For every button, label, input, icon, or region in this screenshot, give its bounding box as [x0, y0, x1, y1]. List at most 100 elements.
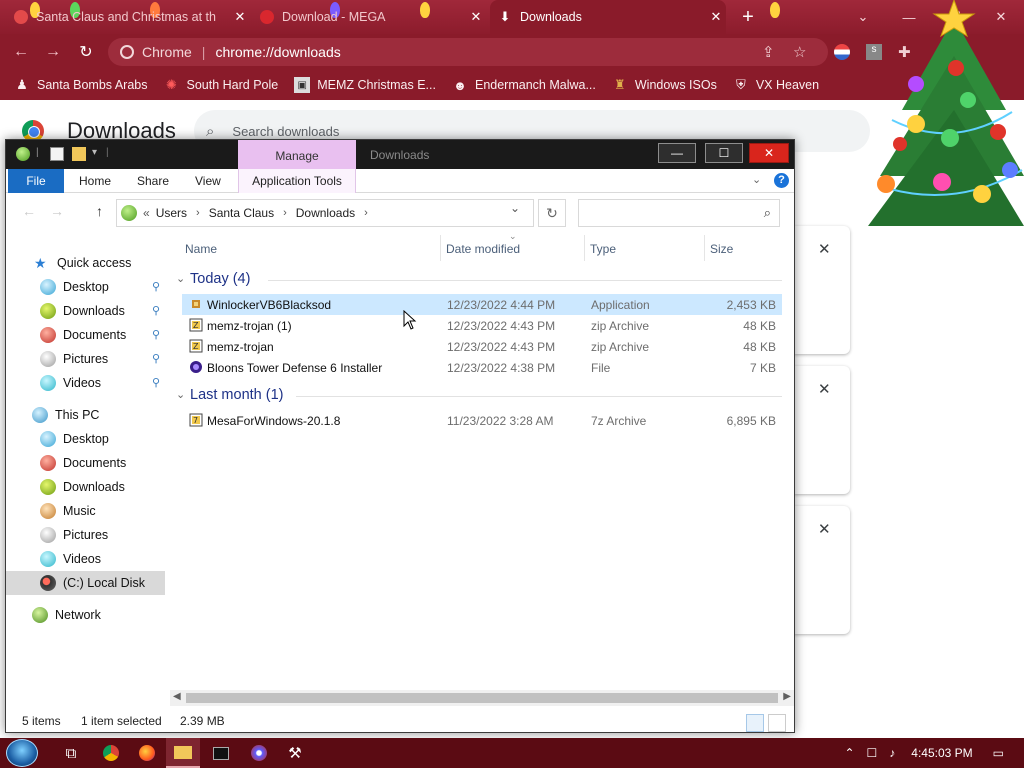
- group-header-today[interactable]: ⌄ Today (4): [174, 269, 786, 291]
- explorer-icon[interactable]: [166, 738, 200, 768]
- nav-pc-videos[interactable]: Videos: [6, 547, 165, 571]
- nav-pc-downloads[interactable]: Downloads: [6, 475, 165, 499]
- nav-pc-local-disk[interactable]: (C:) Local Disk: [6, 571, 165, 595]
- pin-icon[interactable]: ⚲: [152, 304, 164, 317]
- horizontal-scrollbar[interactable]: ◀ ▶: [170, 690, 794, 706]
- tab-downloads[interactable]: ⬇ Downloads ✕: [490, 0, 726, 34]
- help-button[interactable]: ?: [774, 173, 789, 188]
- refresh-button[interactable]: ↻: [538, 199, 566, 227]
- network-icon[interactable]: ☐: [867, 746, 878, 760]
- volume-icon[interactable]: ♪: [889, 746, 895, 760]
- large-icons-view-button[interactable]: [768, 714, 786, 732]
- tab-view[interactable]: View: [195, 169, 221, 193]
- cmd-icon[interactable]: [204, 738, 238, 768]
- search-input[interactable]: ⌕: [578, 199, 780, 227]
- column-divider[interactable]: [440, 235, 441, 261]
- file-row[interactable]: WinlockerVB6Blacksod 12/23/2022 4:44 PM …: [182, 294, 782, 315]
- firefox-icon[interactable]: [130, 738, 164, 768]
- hypercam-icon[interactable]: [242, 738, 276, 768]
- scrollbar-thumb[interactable]: [186, 693, 778, 703]
- bookmark-windows-isos[interactable]: ♜ Windows ISOs: [612, 77, 717, 93]
- network-tool-icon[interactable]: ⚒: [278, 738, 312, 768]
- expand-ribbon-icon[interactable]: ⌄: [752, 173, 761, 186]
- breadcrumb-overflow[interactable]: «: [143, 206, 150, 220]
- tab-file[interactable]: File: [8, 169, 64, 193]
- column-divider[interactable]: [704, 235, 705, 261]
- reload-button[interactable]: ↻: [74, 40, 98, 64]
- nav-this-pc[interactable]: This PC: [6, 403, 165, 427]
- chevron-up-icon[interactable]: ⌃: [844, 746, 854, 760]
- nav-qa-documents[interactable]: Documents ⚲: [6, 323, 165, 347]
- nav-quick-access[interactable]: ★ Quick access: [6, 251, 165, 275]
- bookmark-south-hard-pole[interactable]: ✺ South Hard Pole: [163, 77, 278, 93]
- minimize-button[interactable]: —: [658, 143, 696, 163]
- pin-icon[interactable]: ⚲: [152, 328, 164, 341]
- new-folder-icon[interactable]: [72, 147, 86, 161]
- maximize-button[interactable]: ☐: [705, 143, 743, 163]
- bookmark-vx-heaven[interactable]: ⛨ VX Heaven: [733, 77, 819, 93]
- forward-button[interactable]: →: [41, 40, 65, 64]
- tab-close-icon[interactable]: ✕: [230, 9, 250, 25]
- column-date-modified[interactable]: Date modified: [446, 242, 520, 256]
- column-name[interactable]: Name: [185, 242, 217, 256]
- breadcrumb-santa-claus[interactable]: Santa Claus: [209, 206, 274, 220]
- nav-pc-pictures[interactable]: Pictures: [6, 523, 165, 547]
- tab-mega[interactable]: Download - MEGA ✕: [252, 0, 486, 34]
- close-button[interactable]: ✕: [749, 143, 789, 163]
- bookmark-santa-bombs-arabs[interactable]: ♟ Santa Bombs Arabs: [14, 77, 147, 93]
- details-view-button[interactable]: [746, 714, 764, 732]
- forward-button[interactable]: →: [50, 203, 64, 219]
- task-view-icon[interactable]: ⧉: [54, 738, 88, 768]
- scroll-right-icon[interactable]: ▶: [783, 691, 791, 702]
- explorer-title-bar[interactable]: | ▾ | Manage Downloads — ☐ ✕: [6, 140, 794, 169]
- group-header-last-month[interactable]: ⌄ Last month (1): [174, 385, 786, 407]
- address-bar[interactable]: Chrome | chrome://downloads: [108, 38, 828, 66]
- start-button[interactable]: [6, 739, 38, 767]
- column-size[interactable]: Size: [710, 242, 733, 256]
- nav-pc-desktop[interactable]: Desktop: [6, 427, 165, 451]
- file-row[interactable]: Z memz-trojan (1) 12/23/2022 4:43 PM zip…: [182, 315, 782, 336]
- chrome-icon[interactable]: [94, 738, 128, 768]
- column-type[interactable]: Type: [590, 242, 616, 256]
- tab-application-tools[interactable]: Application Tools: [238, 169, 356, 193]
- chevron-right-icon[interactable]: ›: [364, 207, 368, 219]
- collapse-chevron-icon[interactable]: ⌄: [176, 388, 185, 401]
- pin-icon[interactable]: ⚲: [152, 376, 164, 389]
- nav-pc-music[interactable]: Music: [6, 499, 165, 523]
- chevron-right-icon[interactable]: ›: [196, 207, 200, 219]
- tab-share[interactable]: Share: [137, 169, 169, 193]
- breadcrumb[interactable]: « Users › Santa Claus › Downloads ›: [116, 199, 534, 227]
- nav-network[interactable]: Network: [6, 603, 165, 627]
- tab-santa-claus[interactable]: Santa Claus and Christmas at th ✕: [6, 0, 250, 34]
- file-row[interactable]: Z memz-trojan 12/23/2022 4:43 PM zip Arc…: [182, 336, 782, 357]
- bookmark-memz-christmas[interactable]: ▣ MEMZ Christmas E...: [294, 77, 436, 93]
- breadcrumb-users[interactable]: Users: [156, 206, 187, 220]
- scroll-left-icon[interactable]: ◀: [173, 691, 181, 702]
- chevron-right-icon[interactable]: ›: [283, 207, 287, 219]
- nav-qa-videos[interactable]: Videos ⚲: [6, 371, 165, 395]
- properties-icon[interactable]: [50, 147, 64, 161]
- pin-icon[interactable]: ⚲: [152, 280, 164, 293]
- up-button[interactable]: ↑: [96, 203, 103, 219]
- file-row[interactable]: Bloons Tower Defense 6 Installer 12/23/2…: [182, 357, 782, 378]
- bookmark-star-icon[interactable]: ☆: [793, 43, 806, 61]
- back-button[interactable]: ←: [22, 203, 36, 219]
- collapse-chevron-icon[interactable]: ⌄: [176, 272, 185, 285]
- nav-qa-desktop[interactable]: Desktop ⚲: [6, 275, 165, 299]
- nav-qa-downloads[interactable]: Downloads ⚲: [6, 299, 165, 323]
- file-row[interactable]: 7 MesaForWindows-20.1.8 11/23/2022 3:28 …: [182, 410, 782, 431]
- column-divider[interactable]: [584, 235, 585, 261]
- notifications-icon[interactable]: ▭: [993, 746, 1004, 760]
- nav-pc-documents[interactable]: Documents: [6, 451, 165, 475]
- tab-close-icon[interactable]: ✕: [466, 9, 486, 25]
- pin-icon[interactable]: ⚲: [152, 352, 164, 365]
- extension-flag-icon[interactable]: [834, 44, 850, 60]
- tab-home[interactable]: Home: [79, 169, 111, 193]
- remove-download-icon[interactable]: ✕: [818, 380, 831, 398]
- clock[interactable]: 4:45:03 PM: [911, 746, 972, 760]
- breadcrumb-downloads[interactable]: Downloads: [296, 206, 355, 220]
- new-tab-button[interactable]: +: [734, 0, 762, 34]
- remove-download-icon[interactable]: ✕: [818, 240, 831, 258]
- bookmark-endermanch-malware[interactable]: ☻ Endermanch Malwa...: [452, 77, 596, 93]
- share-icon[interactable]: ⇪: [762, 43, 775, 61]
